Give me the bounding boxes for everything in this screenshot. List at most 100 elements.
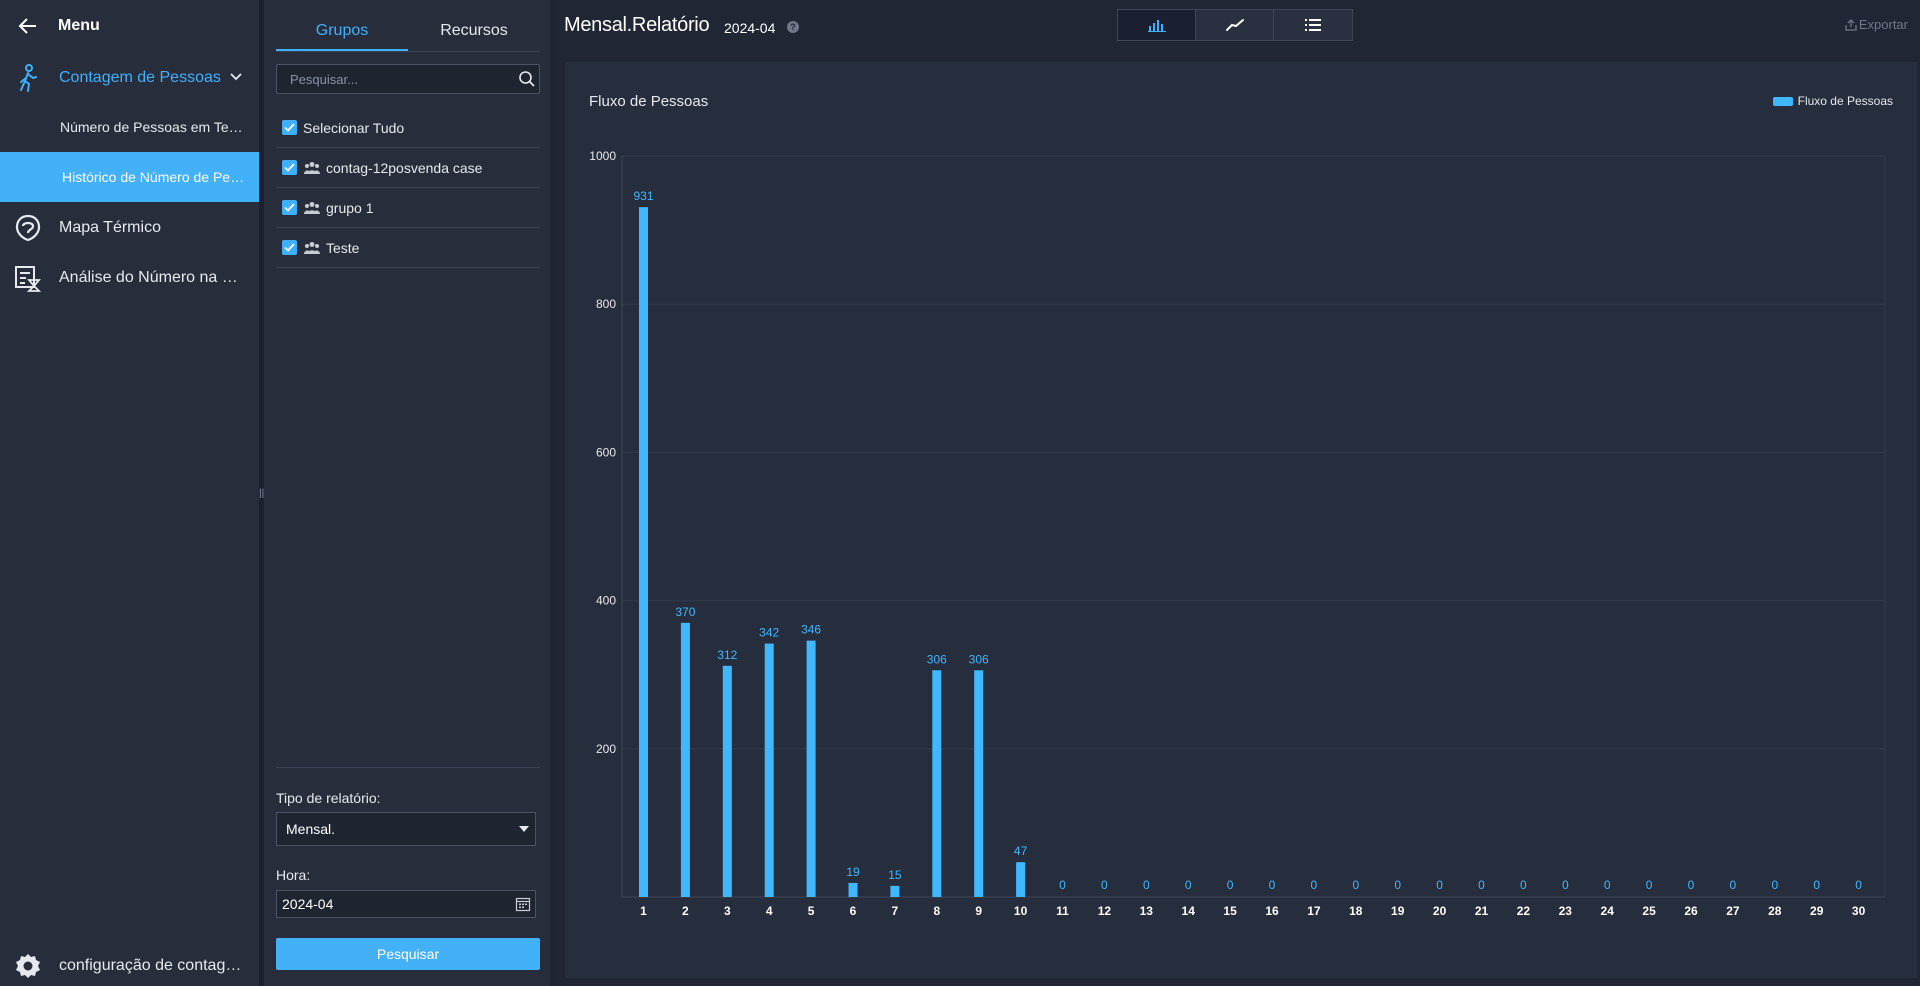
report-main: Mensal.Relatório 2024-04 ? Exportar 200 …	[555, 0, 1920, 986]
help-icon[interactable]: ?	[787, 21, 799, 33]
nav-title: Menu	[58, 17, 100, 34]
nav-sub-history-count[interactable]: Histórico de Número de Pessoas	[0, 152, 259, 202]
bar	[1016, 862, 1026, 897]
x-tick-label: 2	[682, 904, 689, 918]
x-tick-label: 24	[1601, 904, 1615, 918]
x-tick-label: 28	[1768, 904, 1782, 918]
data-label: 0	[1269, 878, 1276, 892]
select-all-checkbox[interactable]	[282, 120, 297, 135]
x-tick-label: 26	[1684, 904, 1698, 918]
search-input[interactable]	[277, 65, 507, 93]
group-checkbox[interactable]	[282, 160, 297, 175]
data-label: 0	[1604, 878, 1611, 892]
data-label: 0	[1227, 878, 1234, 892]
nav-item-area-analysis[interactable]: Análise do Número na Área	[0, 258, 259, 298]
calendar-icon[interactable]	[515, 896, 531, 912]
bar	[848, 882, 858, 897]
search-button[interactable]: Pesquisar	[276, 938, 540, 970]
x-tick-label: 21	[1475, 904, 1489, 918]
tab-resources[interactable]: Recursos	[408, 12, 540, 51]
group-row[interactable]: Teste	[276, 228, 540, 268]
data-label: 346	[801, 623, 821, 637]
view-toggle	[1117, 9, 1353, 41]
x-tick-label: 17	[1307, 904, 1321, 918]
chart-card: 200 400 600 800 1000 931 1 370 2 312 3 342 4 346 5 19 6 1…	[565, 62, 1917, 978]
panel-tabs: Grupos Recursos	[276, 12, 540, 52]
export-icon	[1845, 18, 1857, 31]
x-tick-label: 19	[1391, 904, 1405, 918]
export-label: Exportar	[1858, 17, 1908, 32]
nav-item-settings[interactable]: configuração de contagem de pessoas	[0, 946, 259, 986]
data-label: 0	[1562, 878, 1569, 892]
nav-sub-label: Histórico de Número de Pessoas	[62, 169, 248, 185]
group-label: Teste	[326, 239, 360, 256]
group-row[interactable]: grupo 1	[276, 188, 540, 228]
nav-group-people-counting[interactable]: Contagem de Pessoas	[0, 58, 259, 98]
group-label: grupo 1	[326, 199, 374, 216]
search-icon[interactable]	[518, 70, 536, 88]
table-view-button[interactable]	[1274, 10, 1352, 40]
caret-down-icon	[519, 826, 529, 832]
x-tick-label: 12	[1098, 904, 1112, 918]
nav-header: Menu	[0, 0, 259, 52]
nav-item-label: Mapa Térmico	[59, 219, 161, 236]
data-label: 0	[1646, 878, 1653, 892]
data-label: 0	[1436, 878, 1443, 892]
data-label: 0	[1688, 878, 1695, 892]
select-all-row[interactable]: Selecionar Tudo	[276, 108, 540, 148]
tab-groups[interactable]: Grupos	[276, 12, 408, 51]
bar-chart-icon	[1147, 20, 1166, 32]
data-label: 306	[927, 652, 947, 666]
data-label: 312	[717, 648, 737, 662]
data-label: 0	[1771, 878, 1778, 892]
data-label: 0	[1813, 878, 1820, 892]
people-group-icon	[304, 241, 320, 254]
x-tick-label: 6	[850, 904, 857, 918]
legend-swatch	[1772, 96, 1793, 106]
x-tick-label: 5	[808, 904, 815, 918]
nav-item-heatmap[interactable]: Mapa Térmico	[0, 208, 259, 248]
list-icon	[1305, 19, 1321, 31]
time-picker[interactable]: 2024-04	[276, 890, 536, 918]
x-tick-label: 30	[1852, 904, 1866, 918]
panel-divider	[276, 767, 540, 768]
side-nav: Menu Contagem de Pessoas Número de Pesso…	[0, 0, 259, 986]
people-group-icon	[304, 201, 320, 214]
x-tick-label: 1	[640, 904, 647, 918]
data-label: 47	[1014, 844, 1028, 858]
chevron-down-icon	[230, 73, 242, 81]
data-label: 931	[633, 189, 653, 203]
data-label: 0	[1855, 878, 1862, 892]
data-label: 19	[846, 865, 860, 879]
bar	[764, 643, 774, 897]
line-chart-view-button[interactable]	[1196, 10, 1274, 40]
y-tick-label: 1000	[589, 149, 616, 163]
y-tick-label: 800	[596, 297, 616, 311]
chart-legend[interactable]: Fluxo de Pessoas	[1772, 94, 1893, 108]
group-checkbox[interactable]	[282, 200, 297, 215]
x-tick-label: 7	[892, 904, 899, 918]
back-arrow-icon[interactable]	[18, 16, 38, 36]
resource-panel: Grupos Recursos Selecionar Tudo contag-1…	[264, 0, 550, 986]
chart-title: Fluxo de Pessoas	[589, 93, 709, 110]
report-type-value: Mensal.	[286, 821, 336, 837]
bar	[932, 670, 942, 897]
x-tick-label: 4	[766, 904, 773, 918]
select-all-label: Selecionar Tudo	[303, 119, 405, 136]
bar-chart-view-button[interactable]	[1118, 10, 1196, 40]
data-label: 0	[1059, 878, 1066, 892]
data-label: 0	[1185, 878, 1192, 892]
group-row[interactable]: contag-12posvenda case	[276, 148, 540, 188]
export-button[interactable]: Exportar	[1845, 17, 1908, 32]
report-type-select[interactable]: Mensal.	[276, 812, 536, 846]
x-tick-label: 13	[1140, 904, 1154, 918]
line-chart-icon	[1225, 19, 1244, 31]
bar	[806, 640, 816, 897]
x-tick-label: 20	[1433, 904, 1447, 918]
walking-person-icon	[14, 64, 42, 92]
nav-sub-realtime-count[interactable]: Número de Pessoas em Tempo Real	[0, 102, 259, 152]
nav-sub-label: Número de Pessoas em Tempo Real	[60, 119, 246, 135]
report-period: 2024-04	[724, 20, 776, 36]
nav-item-label: configuração de contagem de pessoas	[59, 957, 244, 974]
group-checkbox[interactable]	[282, 240, 297, 255]
